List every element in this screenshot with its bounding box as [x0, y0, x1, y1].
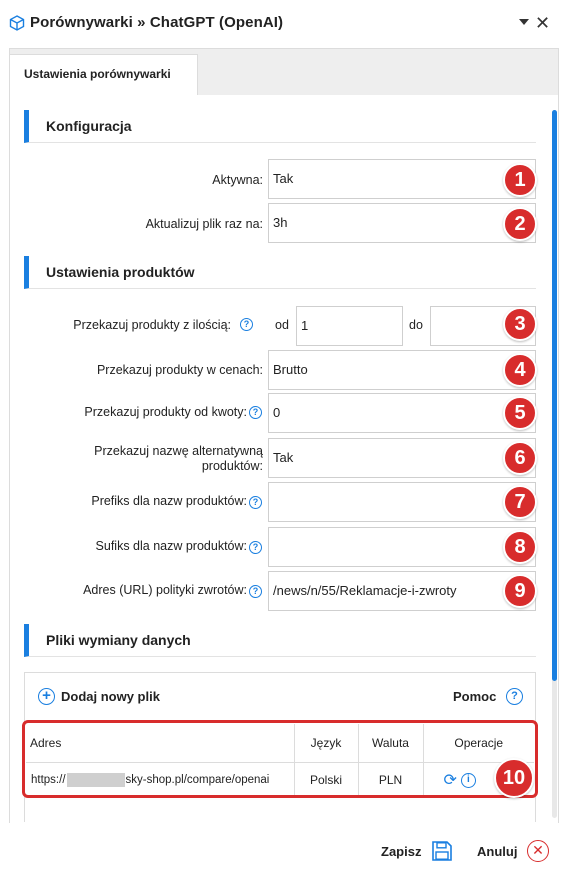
alt-name-label-line1: Przekazuj nazwę alternatywną: [94, 444, 263, 458]
close-icon[interactable]: ✕: [535, 13, 550, 33]
floppy-disk-icon[interactable]: [431, 840, 453, 862]
marker-5: 5: [503, 396, 537, 430]
active-label: Aktywna:: [212, 173, 263, 187]
window-title: Porównywarki » ChatGPT (OpenAI): [30, 14, 284, 31]
marker-2: 2: [503, 207, 537, 241]
qty-to-label: do: [409, 318, 423, 332]
returns-url-label: Adres (URL) polityki zwrotów:: [83, 583, 247, 597]
returns-url-input[interactable]: /news/n/55/Reklamacje-i-zwroty: [268, 571, 536, 611]
section-title: Ustawienia produktów: [46, 264, 195, 280]
collapse-chevron-icon[interactable]: [519, 19, 529, 25]
window-titlebar: Porównywarki » ChatGPT (OpenAI) ✕: [0, 0, 569, 48]
help-icon[interactable]: ?: [249, 496, 262, 509]
help-icon[interactable]: ?: [249, 541, 262, 554]
qty-label: Przekazuj produkty z ilością:: [73, 318, 231, 332]
update-interval-select[interactable]: 3h: [268, 203, 536, 243]
save-button[interactable]: Zapisz: [381, 844, 421, 859]
marker-4: 4: [503, 353, 537, 387]
marker-7: 7: [503, 485, 537, 519]
cube-icon: [9, 15, 25, 31]
help-icon[interactable]: ?: [506, 688, 523, 705]
update-label: Aktualizuj plik raz na:: [145, 217, 263, 231]
prefix-input[interactable]: [268, 482, 536, 522]
section-header-files: Pliki wymiany danych: [24, 624, 536, 657]
qty-from-input[interactable]: 1: [296, 306, 403, 346]
marker-6: 6: [503, 441, 537, 475]
prices-label: Przekazuj produkty w cenach:: [96, 363, 263, 377]
prefix-label: Prefiks dla nazw produktów:: [91, 494, 247, 508]
add-circle-icon[interactable]: +: [38, 688, 55, 705]
suffix-input[interactable]: [268, 527, 536, 567]
cancel-button[interactable]: Anuluj: [477, 844, 517, 859]
cancel-x-icon[interactable]: ✕: [527, 840, 549, 862]
marker-8: 8: [503, 530, 537, 564]
marker-10: 10: [494, 758, 534, 798]
active-select[interactable]: Tak: [268, 159, 536, 199]
tab-label: Ustawienia porównywarki: [24, 67, 171, 81]
min-amount-label: Przekazuj produkty od kwoty:: [84, 405, 247, 419]
help-icon[interactable]: ?: [240, 318, 253, 331]
section-header-products: Ustawienia produktów: [24, 256, 536, 289]
help-link[interactable]: Pomoc: [453, 689, 496, 704]
alt-name-select[interactable]: Tak: [268, 438, 536, 478]
section-header-config: Konfiguracja: [24, 110, 536, 143]
help-icon[interactable]: ?: [249, 585, 262, 598]
suffix-label: Sufiks dla nazw produktów:: [95, 539, 247, 553]
add-file-button[interactable]: Dodaj nowy plik: [61, 689, 160, 704]
scrollbar-thumb[interactable]: [552, 110, 557, 681]
marker-3: 3: [503, 307, 537, 341]
section-title: Konfiguracja: [46, 118, 132, 134]
section-title: Pliki wymiany danych: [46, 632, 191, 648]
min-amount-input[interactable]: 0: [268, 393, 536, 433]
table-highlight-frame: [22, 720, 538, 798]
marker-1: 1: [503, 163, 537, 197]
tab-comparison-settings[interactable]: Ustawienia porównywarki: [9, 54, 198, 96]
marker-9: 9: [503, 574, 537, 608]
help-icon[interactable]: ?: [249, 406, 262, 419]
alt-name-label-line2: produktów:: [201, 459, 263, 473]
qty-from-label: od: [275, 318, 289, 332]
prices-select[interactable]: Brutto: [268, 350, 536, 390]
